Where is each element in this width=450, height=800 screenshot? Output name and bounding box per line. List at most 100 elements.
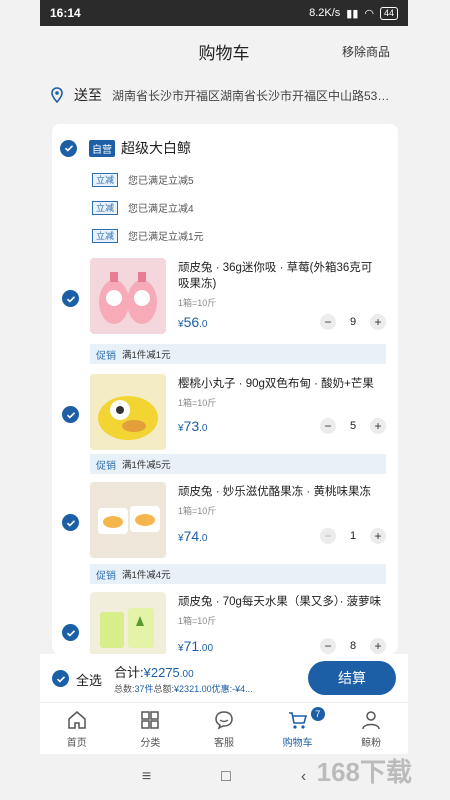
tab-label: 首页 [66, 737, 87, 749]
home-nav-button[interactable]: □ [221, 768, 231, 786]
quantity-value[interactable]: 5 [336, 420, 370, 432]
signal-icon: ▮▮ [346, 7, 359, 20]
product-spec: 1箱=10斤 [178, 298, 217, 308]
product-image[interactable] [90, 258, 166, 334]
product-name[interactable]: 樱桃小丸子 · 90g双色布甸 · 酸奶+芒果 [178, 376, 383, 392]
tab-category[interactable]: 分类 [114, 703, 188, 754]
tab-label: 分类 [140, 737, 161, 749]
quantity-stepper: − 9 + [320, 314, 386, 330]
cart-item: 顽皮兔 · 36g迷你吸 · 草莓(外箱36克可吸果冻) 1箱=10斤 ¥56.… [52, 256, 398, 336]
cart-item: 顽皮兔 · 妙乐滋优酪果冻 · 黄桃味果冻 1箱=10斤 ¥74.0 − 1 + [52, 480, 398, 560]
page-header: 购物车 移除商品 [40, 26, 408, 76]
quantity-stepper: − 8 + [320, 638, 386, 654]
location-pin-icon [51, 87, 63, 103]
product-price: ¥71.00 [178, 638, 214, 654]
network-speed: 8.2K/s [309, 7, 341, 19]
discount-tag: 促销 [96, 350, 116, 362]
home-icon [68, 710, 86, 729]
promo-tag: 立减 [92, 200, 119, 215]
delivery-address[interactable]: 送至 湖南省长沙市开福区湖南省长沙市开福区中山路535号... [40, 78, 408, 112]
select-all-label[interactable]: 全选 [76, 670, 102, 689]
promo-line: 立减 您已满足立减5 [92, 172, 194, 187]
select-all-checkbox[interactable] [52, 670, 69, 687]
product-image[interactable] [90, 592, 166, 654]
cart-card: 自营 超级大白鲸 立减 您已满足立减5 立减 您已满足立减4 立减 您已满足立减… [52, 124, 398, 654]
product-image[interactable] [90, 482, 166, 558]
category-icon [141, 710, 160, 729]
promo-text: 您已满足立减4 [128, 204, 194, 215]
promo-text: 您已满足立减1元 [128, 232, 204, 243]
discount-text: 满1件减5元 [122, 460, 171, 471]
page-title: 购物车 [198, 43, 250, 63]
plus-button[interactable]: + [370, 314, 386, 330]
store-name[interactable]: 超级大白鲸 [121, 138, 191, 158]
plus-button[interactable]: + [370, 418, 386, 434]
back-nav-button[interactable]: ‹ [301, 768, 306, 786]
discount-bar: 促销 满1件减1元 [90, 344, 386, 364]
promo-tag: 立减 [92, 228, 119, 243]
menu-nav-button[interactable]: ≡ [142, 768, 151, 786]
status-right: 8.2K/s ▮▮ ◠ 44 [309, 6, 398, 20]
store-header: 自营 超级大白鲸 [60, 138, 191, 158]
tab-label: 鲸粉 [361, 737, 382, 749]
item-checkbox[interactable] [62, 290, 79, 307]
quantity-value[interactable]: 9 [336, 316, 370, 328]
cart-item: 顽皮兔 · 70g每天水果（果又多）· 菠萝味 1箱=10斤 ¥71.00 − … [52, 590, 398, 654]
quantity-stepper: − 1 + [320, 528, 386, 544]
tab-service[interactable]: 客服 [187, 703, 261, 754]
tab-profile[interactable]: 鲸粉 [334, 703, 408, 754]
discount-bar: 促销 满1件减4元 [90, 564, 386, 584]
item-checkbox[interactable] [62, 406, 79, 423]
cart-count-badge: 7 [310, 707, 325, 721]
minus-button[interactable]: − [320, 528, 336, 544]
tab-cart[interactable]: 7 购物车 [261, 703, 335, 754]
checkout-button[interactable]: 结算 [308, 661, 396, 695]
tab-home[interactable]: 首页 [40, 703, 114, 754]
product-spec: 1箱=10斤 [178, 506, 217, 516]
product-image[interactable] [90, 374, 166, 450]
item-checkbox[interactable] [62, 514, 79, 531]
discount-tag: 促销 [96, 570, 116, 582]
chat-icon [215, 710, 233, 729]
minus-button[interactable]: − [320, 314, 336, 330]
product-spec: 1箱=10斤 [178, 616, 217, 626]
store-checkbox[interactable] [60, 139, 77, 157]
product-price: ¥74.0 [178, 528, 208, 544]
status-time: 16:14 [50, 6, 81, 20]
order-summary: 总数:37件总额:¥2321.00优惠:-¥4... [114, 684, 253, 694]
cart-item: 樱桃小丸子 · 90g双色布甸 · 酸奶+芒果 1箱=10斤 ¥73.0 − 5… [52, 372, 398, 452]
discount-text: 满1件减1元 [122, 350, 171, 361]
promo-text: 您已满足立减5 [128, 176, 194, 187]
minus-button[interactable]: − [320, 418, 336, 434]
plus-button[interactable]: + [370, 638, 386, 654]
battery-icon: 44 [379, 6, 398, 20]
quantity-value[interactable]: 1 [336, 530, 370, 542]
item-checkbox[interactable] [62, 624, 79, 641]
discount-tag: 促销 [96, 460, 116, 472]
cart-icon [288, 711, 307, 729]
status-bar: 16:14 8.2K/s ▮▮ ◠ 44 [40, 0, 408, 26]
product-price: ¥56.0 [178, 314, 208, 330]
promo-line: 立减 您已满足立减1元 [92, 228, 204, 243]
tab-label: 购物车 [282, 737, 313, 749]
discount-bar: 促销 满1件减5元 [90, 454, 386, 474]
plus-button[interactable]: + [370, 528, 386, 544]
minus-button[interactable]: − [320, 638, 336, 654]
wifi-icon: ◠ [364, 7, 374, 20]
tab-label: 客服 [213, 737, 234, 749]
remove-items-button[interactable]: 移除商品 [342, 43, 390, 60]
checkout-bar: 全选 合计:¥2275.00 总数:37件总额:¥2321.00优惠:-¥4..… [40, 654, 408, 702]
product-name[interactable]: 顽皮兔 · 妙乐滋优酪果冻 · 黄桃味果冻 [178, 484, 383, 500]
quantity-stepper: − 5 + [320, 418, 386, 434]
promo-line: 立减 您已满足立减4 [92, 200, 194, 215]
user-icon [362, 710, 380, 729]
promo-tag: 立减 [92, 172, 119, 187]
address-text: 湖南省长沙市开福区湖南省长沙市开福区中山路535号... [112, 88, 394, 103]
product-name[interactable]: 顽皮兔 · 70g每天水果（果又多）· 菠萝味 [178, 594, 383, 610]
product-name[interactable]: 顽皮兔 · 36g迷你吸 · 草莓(外箱36克可吸果冻) [178, 260, 383, 292]
quantity-value[interactable]: 8 [336, 640, 370, 652]
bottom-tab-bar: 首页 分类 客服 7 购物车 鲸粉 [40, 702, 408, 754]
watermark-logo: 168下载 [316, 757, 412, 787]
discount-text: 满1件减4元 [122, 570, 171, 581]
product-price: ¥73.0 [178, 418, 208, 434]
